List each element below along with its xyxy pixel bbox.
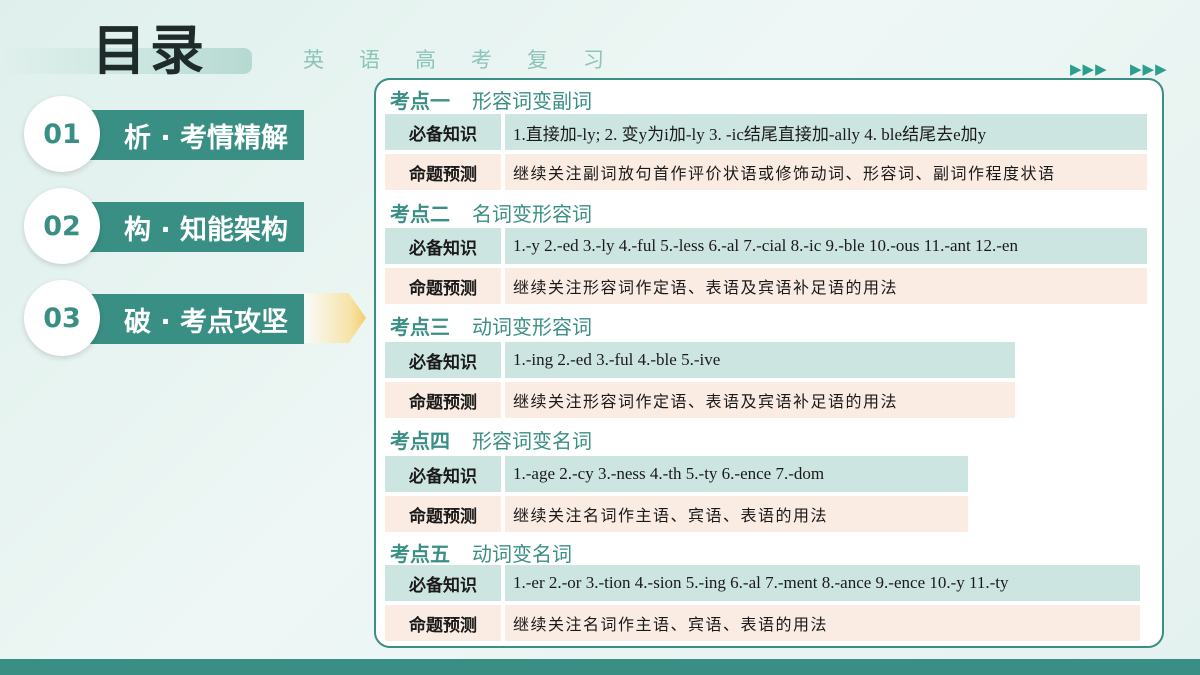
prediction-value: 继续关注形容词作定语、表语及宾语补足语的用法 xyxy=(505,382,1015,418)
section-heading: 考点四 形容词变名词 xyxy=(390,425,592,454)
knowledge-label: 必备知识 xyxy=(385,456,501,492)
prediction-value: 继续关注形容词作定语、表语及宾语补足语的用法 xyxy=(505,268,1147,304)
nav-item-breakthrough[interactable]: 破 · 考点攻坚 03 xyxy=(24,280,304,358)
section-kaodian: 考点二 xyxy=(390,202,450,226)
prediction-row: 命题预测 继续关注副词放句首作评价状语或修饰动词、形容词、副词作程度状语 xyxy=(385,154,1147,190)
triple-arrow-icon: ▶▶▶ xyxy=(1070,60,1108,78)
prediction-row: 命题预测 继续关注名词作主语、宾语、表语的用法 xyxy=(385,605,1140,641)
prediction-value: 继续关注名词作主语、宾语、表语的用法 xyxy=(505,496,968,532)
knowledge-label: 必备知识 xyxy=(385,565,501,601)
knowledge-row: 必备知识 1.直接加-ly; 2. 变y为i加-ly 3. -ic结尾直接加-a… xyxy=(385,114,1147,150)
knowledge-value: 1.-ing 2.-ed 3.-ful 4.-ble 5.-ive xyxy=(505,342,1015,378)
section-kaodian: 考点三 xyxy=(390,315,450,339)
section-topic: 形容词变名词 xyxy=(472,429,592,453)
knowledge-row: 必备知识 1.-ing 2.-ed 3.-ful 4.-ble 5.-ive xyxy=(385,342,1015,378)
nav-item-analysis[interactable]: 析 · 考情精解 01 xyxy=(24,96,304,174)
knowledge-value: 1.-age 2.-cy 3.-ness 4.-th 5.-ty 6.-ence… xyxy=(505,456,968,492)
knowledge-label: 必备知识 xyxy=(385,342,501,378)
nav-item-number: 01 xyxy=(24,96,100,172)
knowledge-label: 必备知识 xyxy=(385,114,501,150)
section-topic: 动词变名词 xyxy=(472,542,572,566)
nav-item-label: 破 · 考点攻坚 xyxy=(72,294,304,344)
knowledge-row: 必备知识 1.-age 2.-cy 3.-ness 4.-th 5.-ty 6.… xyxy=(385,456,968,492)
section-kaodian: 考点四 xyxy=(390,429,450,453)
prediction-label: 命题预测 xyxy=(385,268,501,304)
nav-item-number: 02 xyxy=(24,188,100,264)
bottom-band xyxy=(0,659,1200,675)
section-heading: 考点二 名词变形容词 xyxy=(390,198,592,227)
prediction-row: 命题预测 继续关注形容词作定语、表语及宾语补足语的用法 xyxy=(385,268,1147,304)
knowledge-value: 1.-er 2.-or 3.-tion 4.-sion 5.-ing 6.-al… xyxy=(505,565,1140,601)
section-heading: 考点三 动词变形容词 xyxy=(390,311,592,340)
knowledge-row: 必备知识 1.-er 2.-or 3.-tion 4.-sion 5.-ing … xyxy=(385,565,1140,601)
prediction-value: 继续关注副词放句首作评价状语或修饰动词、形容词、副词作程度状语 xyxy=(505,154,1147,190)
prediction-row: 命题预测 继续关注形容词作定语、表语及宾语补足语的用法 xyxy=(385,382,1015,418)
nav-item-number: 03 xyxy=(24,280,100,356)
knowledge-value: 1.直接加-ly; 2. 变y为i加-ly 3. -ic结尾直接加-ally 4… xyxy=(505,114,1147,150)
section-topic: 形容词变副词 xyxy=(472,89,592,113)
prediction-value: 继续关注名词作主语、宾语、表语的用法 xyxy=(505,605,1140,641)
page-title: 目录 xyxy=(92,19,208,82)
section-heading: 考点一 形容词变副词 xyxy=(390,85,592,114)
page-subtitle: 英语高考复习 xyxy=(303,48,639,72)
nav-item-label: 构 · 知能架构 xyxy=(72,202,304,252)
triple-arrow-icon: ▶▶▶ xyxy=(1130,60,1168,78)
section-kaodian: 考点五 xyxy=(390,542,450,566)
prediction-label: 命题预测 xyxy=(385,605,501,641)
section-topic: 动词变形容词 xyxy=(472,315,592,339)
active-arrow-icon xyxy=(304,293,366,343)
knowledge-row: 必备知识 1.-y 2.-ed 3.-ly 4.-ful 5.-less 6.-… xyxy=(385,228,1147,264)
prediction-label: 命题预测 xyxy=(385,154,501,190)
prediction-label: 命题预测 xyxy=(385,382,501,418)
prediction-label: 命题预测 xyxy=(385,496,501,532)
section-topic: 名词变形容词 xyxy=(472,202,592,226)
knowledge-value: 1.-y 2.-ed 3.-ly 4.-ful 5.-less 6.-al 7.… xyxy=(505,228,1147,264)
section-kaodian: 考点一 xyxy=(390,89,450,113)
nav-item-label: 析 · 考情精解 xyxy=(72,110,304,160)
prediction-row: 命题预测 继续关注名词作主语、宾语、表语的用法 xyxy=(385,496,968,532)
section-heading: 考点五 动词变名词 xyxy=(390,538,572,567)
knowledge-label: 必备知识 xyxy=(385,228,501,264)
nav-item-framework[interactable]: 构 · 知能架构 02 xyxy=(24,188,304,266)
